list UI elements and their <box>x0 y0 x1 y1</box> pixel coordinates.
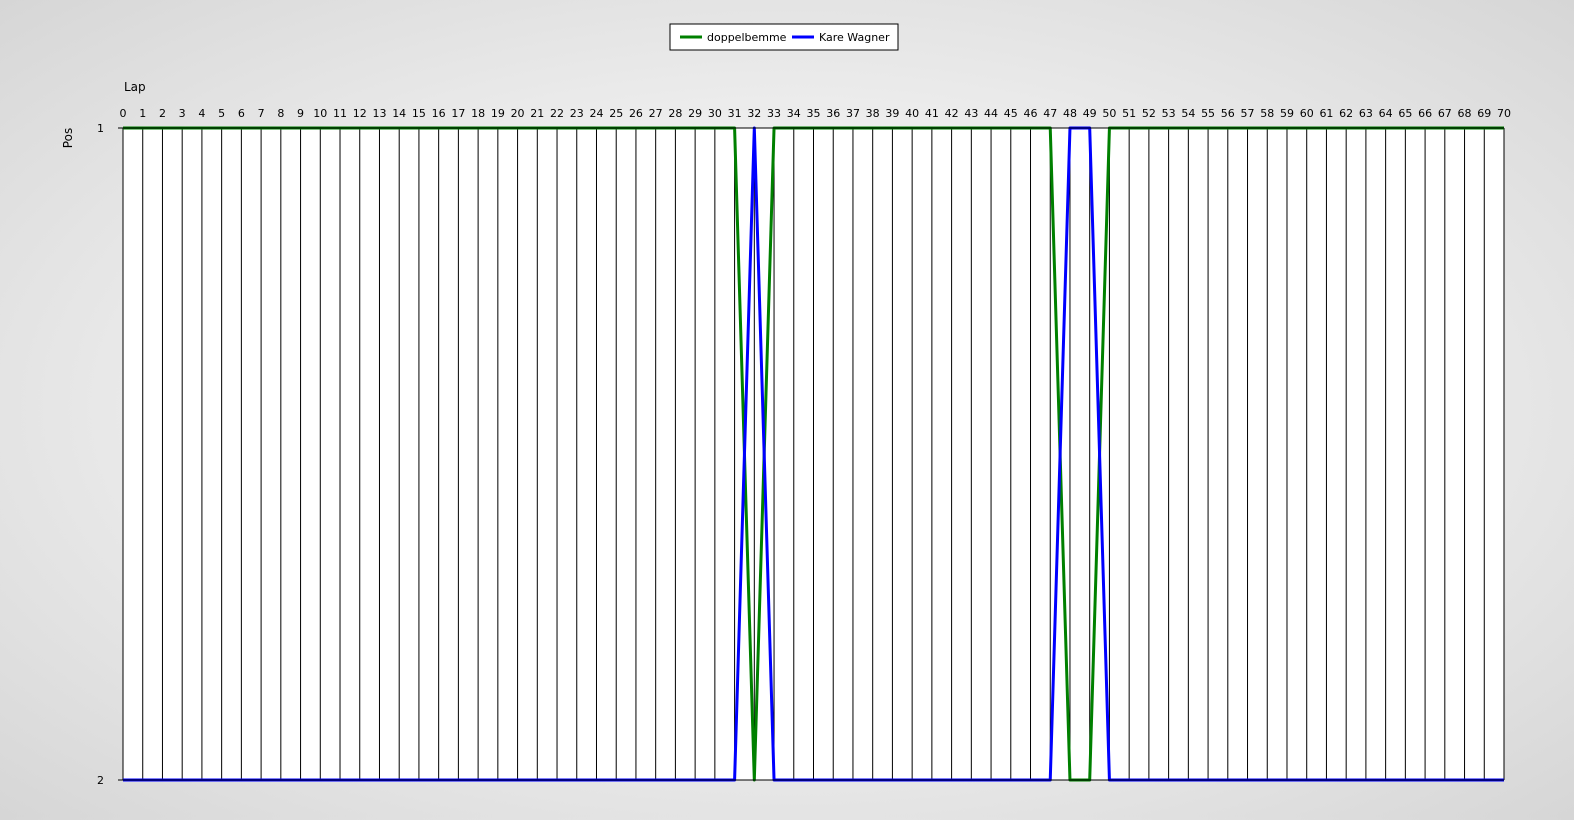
y-tick-label: 2 <box>97 774 104 787</box>
x-tick-label: 29 <box>688 107 702 120</box>
x-tick-label: 49 <box>1083 107 1097 120</box>
x-tick-label: 22 <box>550 107 564 120</box>
x-tick-label: 20 <box>511 107 525 120</box>
x-tick-label: 58 <box>1260 107 1274 120</box>
x-tick-label: 44 <box>984 107 998 120</box>
x-tick-label: 12 <box>353 107 367 120</box>
x-tick-label: 4 <box>198 107 205 120</box>
x-tick-label: 2 <box>159 107 166 120</box>
x-tick-label: 14 <box>392 107 406 120</box>
x-tick-label: 41 <box>925 107 939 120</box>
x-tick-label: 10 <box>313 107 327 120</box>
x-tick-label: 68 <box>1458 107 1472 120</box>
x-tick-label: 15 <box>412 107 426 120</box>
x-tick-label: 1 <box>139 107 146 120</box>
x-tick-label: 18 <box>471 107 485 120</box>
x-tick-label: 64 <box>1379 107 1393 120</box>
x-tick-label: 66 <box>1418 107 1432 120</box>
x-tick-label: 11 <box>333 107 347 120</box>
legend-label-1: doppelbemme <box>707 31 787 44</box>
x-tick-label: 65 <box>1398 107 1412 120</box>
x-tick-label: 25 <box>609 107 623 120</box>
x-tick-label: 60 <box>1300 107 1314 120</box>
x-tick-label: 23 <box>570 107 584 120</box>
x-tick-label: 39 <box>885 107 899 120</box>
chart-svg: 0 1 2 3 4 5 6 7 8 9 10 11 12 13 14 15 16 17 18 19 20 21 22 23 24… <box>61 23 1511 787</box>
x-tick-label: 50 <box>1102 107 1116 120</box>
x-tick-label: 70 <box>1497 107 1511 120</box>
x-tick-label: 43 <box>964 107 978 120</box>
x-tick-label: 57 <box>1241 107 1255 120</box>
x-tick-label: 3 <box>179 107 186 120</box>
x-tick-label: 7 <box>258 107 265 120</box>
x-tick-label: 34 <box>787 107 801 120</box>
x-tick-label: 38 <box>866 107 880 120</box>
legend-label-2: Kare Wagner <box>819 31 890 44</box>
x-tick-label: 46 <box>1024 107 1038 120</box>
x-tick-label: 56 <box>1221 107 1235 120</box>
x-tick-label: 27 <box>649 107 663 120</box>
x-tick-label: 40 <box>905 107 919 120</box>
x-tick-label: 33 <box>767 107 781 120</box>
x-tick-label: 19 <box>491 107 505 120</box>
x-tick-label: 26 <box>629 107 643 120</box>
y-tick-label: 1 <box>97 122 104 135</box>
x-tick-label: 55 <box>1201 107 1215 120</box>
y-axis-title: Pos <box>61 128 75 148</box>
x-tick-label: 5 <box>218 107 225 120</box>
lap-position-chart: 0 1 2 3 4 5 6 7 8 9 10 11 12 13 14 15 16 17 18 19 20 21 22 23 24… <box>0 0 1574 816</box>
x-tick-label: 30 <box>708 107 722 120</box>
x-tick-label: 8 <box>277 107 284 120</box>
x-tick-label: 36 <box>826 107 840 120</box>
x-tick-label: 51 <box>1122 107 1136 120</box>
x-tick-label: 63 <box>1359 107 1373 120</box>
x-tick-label: 54 <box>1181 107 1195 120</box>
x-tick-label: 45 <box>1004 107 1018 120</box>
x-tick-label: 0 <box>120 107 127 120</box>
x-tick-label: 21 <box>530 107 544 120</box>
x-tick-label: 9 <box>297 107 304 120</box>
x-tick-label: 35 <box>807 107 821 120</box>
x-tick-label: 69 <box>1477 107 1491 120</box>
x-tick-label: 53 <box>1162 107 1176 120</box>
x-tick-label: 28 <box>668 107 682 120</box>
x-tick-label: 16 <box>432 107 446 120</box>
x-tick-label: 59 <box>1280 107 1294 120</box>
x-tick-label: 32 <box>747 107 761 120</box>
x-tick-label: 62 <box>1339 107 1353 120</box>
x-tick-label: 31 <box>728 107 742 120</box>
x-tick-label: 52 <box>1142 107 1156 120</box>
x-tick-label: 61 <box>1319 107 1333 120</box>
x-tick-label: 67 <box>1438 107 1452 120</box>
x-tick-label: 24 <box>589 107 603 120</box>
x-tick-label: 13 <box>372 107 386 120</box>
x-axis-title: Lap <box>124 80 146 94</box>
x-tick-label: 47 <box>1043 107 1057 120</box>
x-tick-label: 42 <box>945 107 959 120</box>
x-tick-label: 17 <box>451 107 465 120</box>
x-tick-label: 37 <box>846 107 860 120</box>
x-tick-label: 48 <box>1063 107 1077 120</box>
x-tick-label: 6 <box>238 107 245 120</box>
